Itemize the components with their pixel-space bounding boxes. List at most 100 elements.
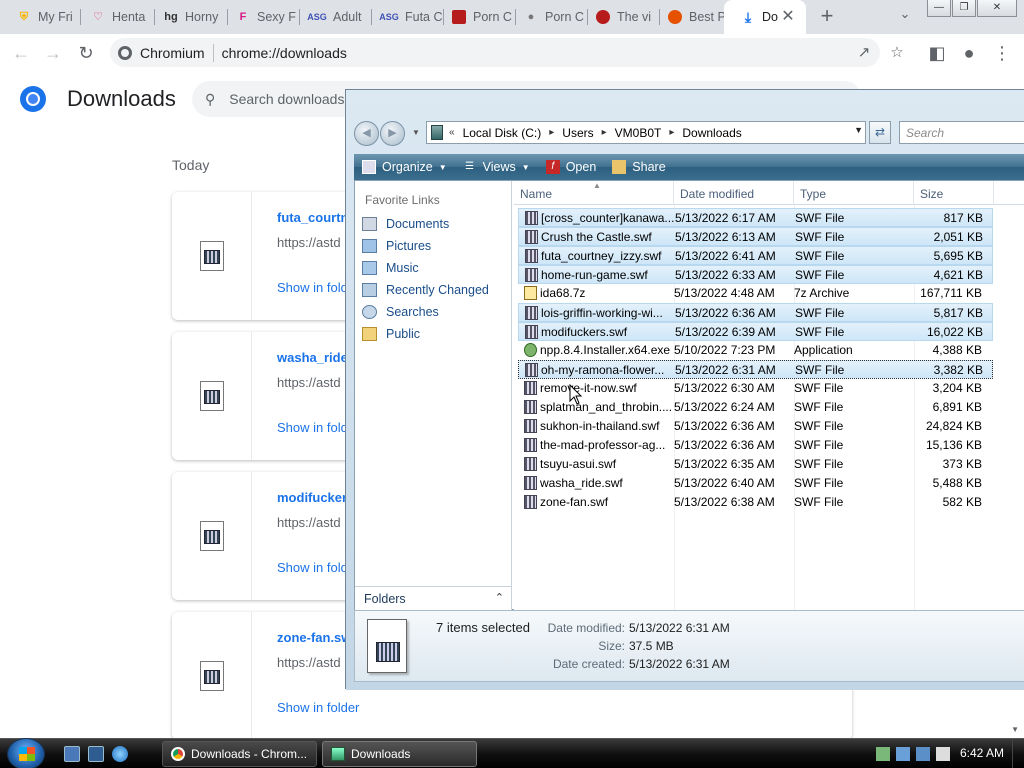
file-date-modified: 5/13/2022 6:17 AM [675, 211, 776, 225]
browser-tab[interactable]: hg Horny [147, 0, 228, 34]
profile-avatar-icon[interactable]: ● [958, 42, 980, 64]
file-date-modified: 5/13/2022 6:38 AM [674, 495, 775, 509]
file-size: 5,817 KB [933, 306, 983, 320]
file-row[interactable]: washa_ride.swf 5/13/2022 6:40 AM SWF File 5… [518, 474, 993, 493]
site-info[interactable]: Chromium [110, 45, 205, 61]
explorer-search-input[interactable]: Search [899, 121, 1024, 144]
share-button[interactable]: Share [612, 160, 666, 174]
file-row[interactable]: Crush the Castle.swf 5/13/2022 6:13 AM SWF… [518, 227, 993, 246]
address-dropdown-icon[interactable]: ▼ [854, 125, 863, 135]
column-header-size[interactable]: Size [914, 181, 994, 205]
show-desktop-icon[interactable] [64, 746, 80, 762]
network-icon[interactable] [876, 747, 890, 761]
new-tab-button[interactable]: + [816, 4, 838, 30]
breadcrumb-item[interactable]: Users [562, 126, 593, 140]
views-button[interactable]: ☰ Views ▼ [463, 160, 530, 174]
bookmark-star-icon[interactable]: ☆ [886, 38, 908, 67]
favorite-link-recently-changed[interactable]: Recently Changed [362, 283, 489, 297]
file-row[interactable]: sukhon-in-thailand.swf 5/13/2022 6:36 AM S… [518, 417, 993, 436]
favorite-link-searches[interactable]: Searches [362, 305, 439, 319]
clock[interactable]: 6:42 AM [960, 746, 1004, 760]
open-button[interactable]: f Open [545, 160, 596, 174]
swf-file-icon [524, 495, 537, 509]
browser-tab[interactable]: F Sexy F [219, 0, 300, 34]
organize-icon [362, 160, 376, 174]
browser-tab[interactable]: Porn C [435, 0, 516, 34]
favorite-link-music[interactable]: Music [362, 261, 419, 275]
start-button[interactable] [7, 738, 45, 768]
browser-tab[interactable]: ASG Adult [291, 0, 372, 34]
share-icon[interactable]: ↗ [853, 38, 875, 67]
favorite-link-pictures[interactable]: Pictures [362, 239, 431, 253]
file-row[interactable]: [cross_counter]kanawa... 5/13/2022 6:17 A… [518, 208, 993, 227]
download-filename[interactable]: modifuckers [277, 490, 354, 505]
back-icon[interactable]: ◀ [354, 121, 379, 146]
refresh-icon[interactable]: ⇄ [869, 121, 891, 144]
taskbar-button-chrome[interactable]: Downloads - Chrom... [162, 741, 317, 767]
forward-icon[interactable]: → [42, 42, 64, 64]
file-row[interactable]: ida68.7z 5/13/2022 4:48 AM 7z Archive 167,7… [518, 284, 993, 303]
explorer-body: Favorite Links Documents Pictures Music … [354, 180, 1024, 611]
browser-tab[interactable]: Best P [651, 0, 732, 34]
folder-icon [331, 747, 345, 761]
file-row[interactable]: splatman_and_throbin.... 5/13/2022 6:24 A… [518, 398, 993, 417]
breadcrumb-item[interactable]: Downloads [682, 126, 741, 140]
swf-file-icon [525, 268, 538, 282]
column-header-date[interactable]: Date modified [674, 181, 794, 205]
browser-tab[interactable]: ● Porn C [507, 0, 588, 34]
file-row[interactable]: lois-griffin-working-wi... 5/13/2022 6:36… [518, 303, 993, 322]
file-row[interactable]: home-run-game.swf 5/13/2022 6:33 AM SWF Fi… [518, 265, 993, 284]
recent-pages-dropdown[interactable]: ▼ [412, 128, 420, 137]
show-desktop-button[interactable] [1012, 739, 1024, 768]
taskbar-button-explorer[interactable]: Downloads [322, 741, 477, 767]
file-row[interactable]: futa_courtney_izzy.swf 5/13/2022 6:41 AM S… [518, 246, 993, 265]
download-filename[interactable]: washa_ride. [277, 350, 351, 365]
maximize-button[interactable]: ❐ [952, 0, 976, 17]
browser-tab[interactable]: The vi [579, 0, 660, 34]
favorite-link-documents[interactable]: Documents [362, 217, 449, 231]
column-header-type[interactable]: Type [794, 181, 914, 205]
file-row[interactable]: zone-fan.swf 5/13/2022 6:38 AM SWF File 582… [518, 493, 993, 512]
close-tab-icon[interactable]: ✕ [779, 8, 797, 26]
url-text[interactable]: chrome://downloads [222, 45, 347, 61]
display-icon[interactable] [916, 747, 930, 761]
scroll-down-icon[interactable]: ▼ [1011, 725, 1019, 734]
internet-explorer-icon[interactable] [112, 746, 128, 762]
file-row[interactable]: remove-it-now.swf 5/13/2022 6:30 AM SWF Fi… [518, 379, 993, 398]
file-name: the-mad-professor-ag... [540, 438, 666, 452]
reload-icon[interactable]: ↻ [75, 42, 97, 64]
close-window-button[interactable]: ✕ [977, 0, 1017, 17]
address-bar[interactable]: Chromium chrome://downloads ↗ ☆ [110, 38, 904, 67]
browser-tab[interactable]: ASG Futa C [363, 0, 444, 34]
file-row[interactable]: the-mad-professor-ag... 5/13/2022 6:36 AM… [518, 436, 993, 455]
back-icon[interactable]: ← [10, 42, 32, 64]
file-row[interactable]: modifuckers.swf 5/13/2022 6:39 AM SWF File… [518, 322, 993, 341]
network-icon[interactable] [896, 747, 910, 761]
browser-tab[interactable]: ♡ Henta [74, 0, 155, 34]
download-filename[interactable]: zone-fan.sw [277, 630, 351, 645]
breadcrumb-item[interactable]: VM0B0T [615, 126, 662, 140]
file-row[interactable]: tsuyu-asui.swf 5/13/2022 6:35 AM SWF File 3… [518, 455, 993, 474]
favorite-link-public[interactable]: Public [362, 327, 420, 341]
menu-kebab-icon[interactable]: ⋮ [991, 42, 1013, 64]
volume-muted-icon[interactable] [936, 747, 950, 761]
chevron-down-icon[interactable]: ⌄ [895, 6, 915, 26]
minimize-button[interactable]: — [927, 0, 951, 17]
download-filename[interactable]: futa_courtn [277, 210, 349, 225]
explorer-address-bar[interactable]: « Local Disk (C:) ▸ Users ▸ VM0B0T ▸ Dow… [426, 121, 866, 144]
side-panel-icon[interactable]: ◧ [926, 42, 948, 64]
forward-icon[interactable]: ▶ [380, 121, 405, 146]
file-row[interactable]: oh-my-ramona-flower... 5/13/2022 6:31 AM S… [518, 360, 993, 379]
show-in-folder-link[interactable]: Show in folder [277, 700, 359, 715]
chromium-icon [171, 747, 185, 761]
shield-logo-icon [596, 10, 610, 24]
browser-toolbar: ← → ↻ Chromium chrome://downloads ↗ ☆ ◧ … [0, 34, 1024, 72]
organize-button[interactable]: Organize ▼ [362, 160, 447, 174]
detail-label: Date modified: [547, 621, 625, 635]
flash-icon: f [545, 160, 560, 174]
switch-windows-icon[interactable] [88, 746, 104, 762]
breadcrumb-item[interactable]: Local Disk (C:) [463, 126, 542, 140]
folders-toggle[interactable]: Folders ⌃ [355, 586, 512, 610]
browser-tab[interactable]: ⛨ My Fri [0, 0, 81, 34]
file-row[interactable]: npp.8.4.Installer.x64.exe 5/10/2022 7:23 … [518, 341, 993, 360]
